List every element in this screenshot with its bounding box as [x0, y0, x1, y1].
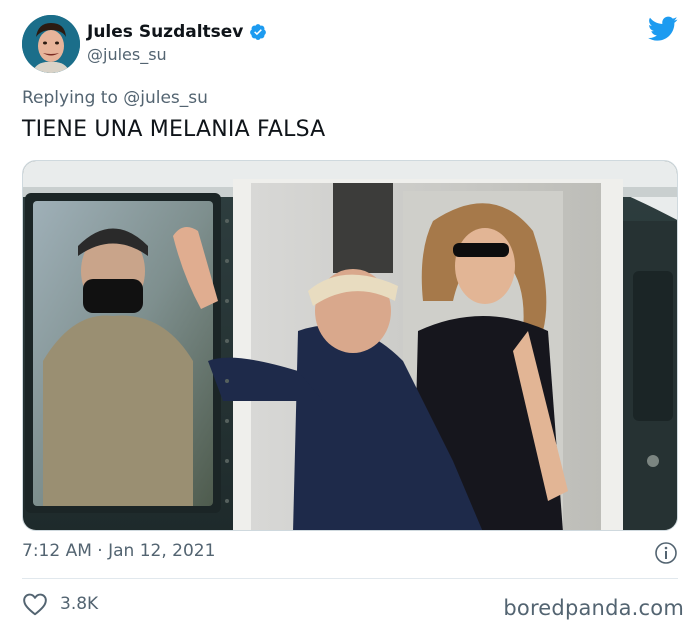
tweet-timestamp[interactable]: 7:12 AM · Jan 12, 2021	[22, 541, 215, 561]
like-action[interactable]: 3.8K	[22, 592, 98, 616]
verified-badge-icon	[250, 24, 267, 40]
replying-to-label: Replying to	[22, 88, 118, 108]
tweet-card: Jules Suzdaltsev @jules_su Replying to @…	[0, 0, 700, 633]
tweet-text: TIENE UNA MELANIA FALSA	[22, 117, 326, 142]
author-name-row[interactable]: Jules Suzdaltsev	[87, 22, 267, 42]
tweet-photo[interactable]	[22, 160, 678, 531]
author-handle[interactable]: @jules_su	[87, 45, 167, 64]
author-display-name[interactable]: Jules Suzdaltsev	[87, 22, 243, 42]
divider	[22, 578, 678, 579]
info-icon[interactable]	[654, 541, 678, 565]
twitter-bird-icon[interactable]	[648, 16, 678, 42]
like-count: 3.8K	[60, 594, 99, 614]
source-watermark: boredpanda.com	[503, 596, 684, 620]
avatar[interactable]	[22, 15, 80, 73]
replying-to-handle[interactable]: @jules_su	[123, 88, 208, 108]
replying-to: Replying to @jules_su	[22, 88, 208, 108]
heart-icon[interactable]	[22, 592, 48, 616]
